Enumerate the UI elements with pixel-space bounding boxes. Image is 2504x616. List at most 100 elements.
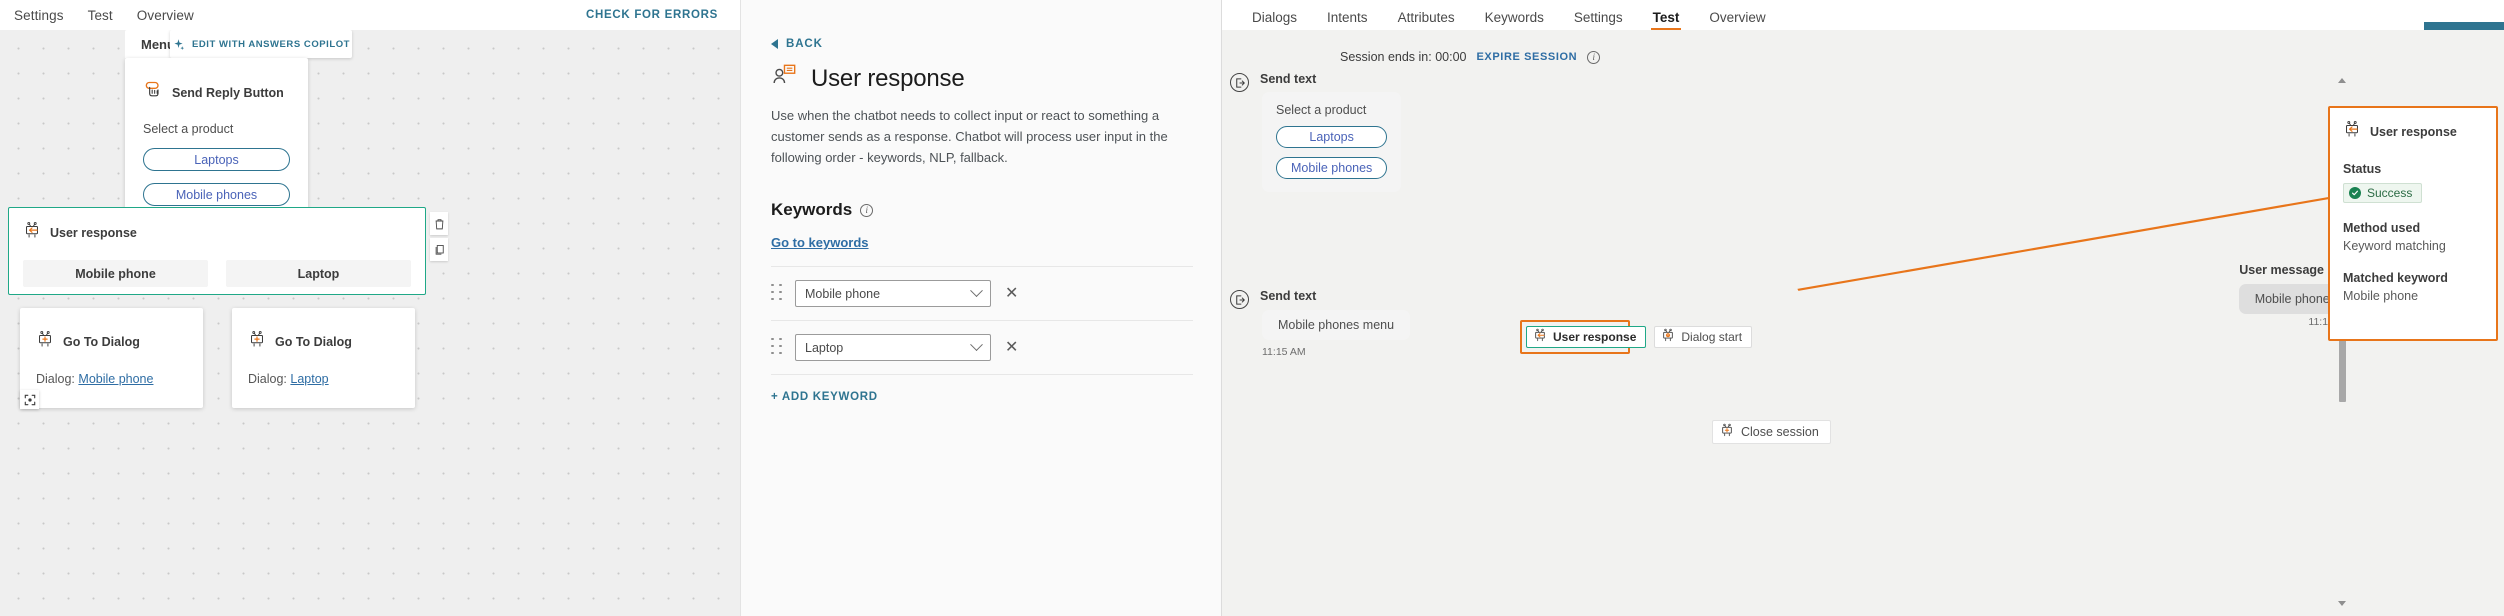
user-response-branches: Mobile phone Laptop bbox=[23, 260, 411, 287]
back-button-label: BACK bbox=[786, 38, 823, 50]
send-text-icon bbox=[1230, 73, 1249, 92]
node-title-send-text-1: Send text bbox=[1260, 72, 1317, 86]
back-caret-icon bbox=[771, 39, 778, 49]
bot-bubble-2-block: Mobile phones menu 11:15 AM bbox=[1262, 310, 1411, 358]
add-keyword-button[interactable]: + ADD KEYWORD bbox=[771, 391, 1193, 403]
drag-handle-icon[interactable] bbox=[771, 283, 785, 304]
tab-keywords[interactable]: Keywords bbox=[1485, 10, 1544, 30]
tab-test[interactable]: Test bbox=[1650, 10, 1682, 30]
chip-user-response[interactable]: User response bbox=[1526, 326, 1647, 348]
goto-prefix-2: Dialog: bbox=[248, 372, 287, 386]
keyword-select-mobile-phone[interactable]: Mobile phone bbox=[795, 280, 991, 308]
session-info-icon[interactable]: i bbox=[1587, 50, 1601, 64]
edit-with-answers-copilot-button[interactable]: EDIT WITH ANSWERS COPILOT bbox=[170, 30, 352, 58]
right-top-nav: Dialogs Intents Attributes Keywords Sett… bbox=[1222, 0, 2504, 30]
send-reply-card-header: Send Reply Button bbox=[143, 80, 290, 105]
reply-option-mobile-phones[interactable]: Mobile phones bbox=[143, 183, 290, 206]
dialog-start-robot-icon bbox=[1661, 328, 1675, 346]
goto-card-title-1: Go To Dialog bbox=[63, 335, 140, 349]
go-to-keywords-link[interactable]: Go to keywords bbox=[771, 235, 1193, 250]
test-pane: Dialogs Intents Attributes Keywords Sett… bbox=[1222, 0, 2504, 616]
tab-overview[interactable]: Overview bbox=[1709, 10, 1765, 30]
keyword-row: Laptop ✕ bbox=[771, 321, 1193, 376]
go-to-dialog-card-mobile-phone[interactable]: Go To Dialog Dialog: Mobile phone bbox=[20, 308, 203, 408]
check-circle-icon bbox=[2349, 187, 2361, 199]
bot-bubble-1-block: Select a product Laptops Mobile phones bbox=[1262, 92, 1402, 192]
duplicate-card-button[interactable] bbox=[430, 238, 448, 261]
flow-canvas[interactable]: Menu EDIT WITH ANSWERS COPILOT Send Repl… bbox=[0, 30, 740, 616]
keyword-select-value-1: Mobile phone bbox=[805, 286, 881, 301]
nav-item-overview[interactable]: Overview bbox=[137, 8, 194, 23]
keywords-info-icon[interactable]: i bbox=[860, 203, 874, 217]
scroll-up-button[interactable] bbox=[2337, 76, 2346, 85]
matched-keyword-label: Matched keyword bbox=[2343, 271, 2448, 285]
goto-card-title-2: Go To Dialog bbox=[275, 335, 352, 349]
goto-card-header-1: Go To Dialog bbox=[36, 330, 187, 354]
send-reply-card-subtitle: Select a product bbox=[143, 122, 234, 136]
user-message-label: User message bbox=[2239, 262, 2324, 277]
bot-bubble-1-text: Select a product bbox=[1276, 103, 1367, 117]
delete-card-button[interactable] bbox=[430, 212, 448, 235]
session-status-row: Session ends in: 00:00 EXPIRE SESSION i bbox=[1340, 50, 1601, 64]
bot-quick-reply-mobile-phones[interactable]: Mobile phones bbox=[1276, 157, 1388, 179]
left-top-nav: Settings Test Overview CHECK FOR ERRORS bbox=[0, 0, 740, 30]
goto-link-laptop[interactable]: Laptop bbox=[290, 372, 328, 386]
expire-session-button[interactable]: EXPIRE SESSION bbox=[1476, 51, 1577, 63]
tab-dialogs[interactable]: Dialogs bbox=[1252, 10, 1297, 30]
triangle-down-icon bbox=[2337, 601, 2346, 606]
go-to-dialog-card-laptop[interactable]: Go To Dialog Dialog: Laptop bbox=[232, 308, 415, 408]
tab-settings[interactable]: Settings bbox=[1574, 10, 1623, 30]
user-response-card-title: User response bbox=[50, 226, 137, 240]
nav-item-test[interactable]: Test bbox=[88, 8, 113, 23]
branch-mobile-phone[interactable]: Mobile phone bbox=[23, 260, 208, 287]
test-body: Session ends in: 00:00 EXPIRE SESSION i bbox=[1222, 30, 2504, 616]
user-response-card[interactable]: User response Mobile phone Laptop bbox=[8, 207, 426, 295]
user-response-robot-icon bbox=[2343, 120, 2361, 144]
user-response-card-header: User response bbox=[23, 221, 411, 245]
chip-label-dialog-start: Dialog start bbox=[1681, 330, 1743, 344]
reply-option-laptops[interactable]: Laptops bbox=[143, 148, 290, 171]
remove-keyword-button-2[interactable]: ✕ bbox=[1001, 339, 1022, 356]
go-to-dialog-robot-icon bbox=[248, 330, 266, 354]
chevron-down-icon bbox=[970, 338, 983, 352]
bot-bubble-2: Mobile phones menu bbox=[1262, 310, 1411, 340]
node-settings-pane: BACK User response Use when the chatbot … bbox=[740, 0, 1222, 616]
sparkle-icon bbox=[172, 38, 185, 51]
tab-intents[interactable]: Intents bbox=[1327, 10, 1368, 30]
check-for-errors-button[interactable]: CHECK FOR ERRORS bbox=[586, 9, 726, 21]
close-session-chip[interactable]: Close session bbox=[1712, 420, 1831, 444]
close-session-robot-icon bbox=[1720, 423, 1734, 441]
user-response-robot-icon bbox=[1533, 328, 1547, 346]
copilot-button-label: EDIT WITH ANSWERS COPILOT bbox=[191, 38, 350, 50]
send-reply-card-title: Send Reply Button bbox=[172, 85, 284, 100]
node-details-card: User response Status Success Method used… bbox=[2328, 106, 2498, 341]
bot-quick-reply-laptops[interactable]: Laptops bbox=[1276, 126, 1388, 148]
keyword-list: Mobile phone ✕ Laptop ✕ bbox=[771, 266, 1193, 376]
scroll-down-button[interactable] bbox=[2337, 599, 2346, 608]
goto-card-header-2: Go To Dialog bbox=[248, 330, 399, 354]
center-flow-button[interactable] bbox=[20, 390, 39, 409]
bot-bubble-2-time: 11:15 AM bbox=[1262, 346, 1306, 358]
remove-keyword-button-1[interactable]: ✕ bbox=[1001, 285, 1022, 302]
keyword-select-value-2: Laptop bbox=[805, 340, 844, 355]
drag-handle-icon[interactable] bbox=[771, 337, 785, 358]
dialog-builder-pane: Settings Test Overview CHECK FOR ERRORS … bbox=[0, 0, 740, 616]
method-used-label: Method used bbox=[2343, 221, 2421, 235]
branch-laptop[interactable]: Laptop bbox=[226, 260, 411, 287]
back-button[interactable]: BACK bbox=[771, 38, 1193, 50]
matched-keyword-value: Mobile phone bbox=[2343, 289, 2419, 303]
method-used-value: Keyword matching bbox=[2343, 239, 2446, 253]
app-root: Settings Test Overview CHECK FOR ERRORS … bbox=[0, 0, 2504, 616]
node-send-text-1: Send text bbox=[1230, 72, 1316, 92]
goto-card-row-2: Dialog: Laptop bbox=[248, 372, 399, 386]
nav-item-settings[interactable]: Settings bbox=[14, 8, 64, 23]
status-badge-label: Success bbox=[2367, 186, 2413, 200]
goto-link-mobile-phone[interactable]: Mobile phone bbox=[78, 372, 153, 386]
tab-attributes[interactable]: Attributes bbox=[1398, 10, 1455, 30]
keyword-select-laptop[interactable]: Laptop bbox=[795, 334, 991, 362]
status-label: Status bbox=[2343, 162, 2382, 176]
send-reply-button-card[interactable]: Send Reply Button Select a product Lapto… bbox=[125, 58, 308, 223]
chip-dialog-start[interactable]: Dialog start bbox=[1654, 326, 1753, 348]
details-card-header: User response bbox=[2343, 120, 2483, 144]
keyword-row: Mobile phone ✕ bbox=[771, 266, 1193, 322]
